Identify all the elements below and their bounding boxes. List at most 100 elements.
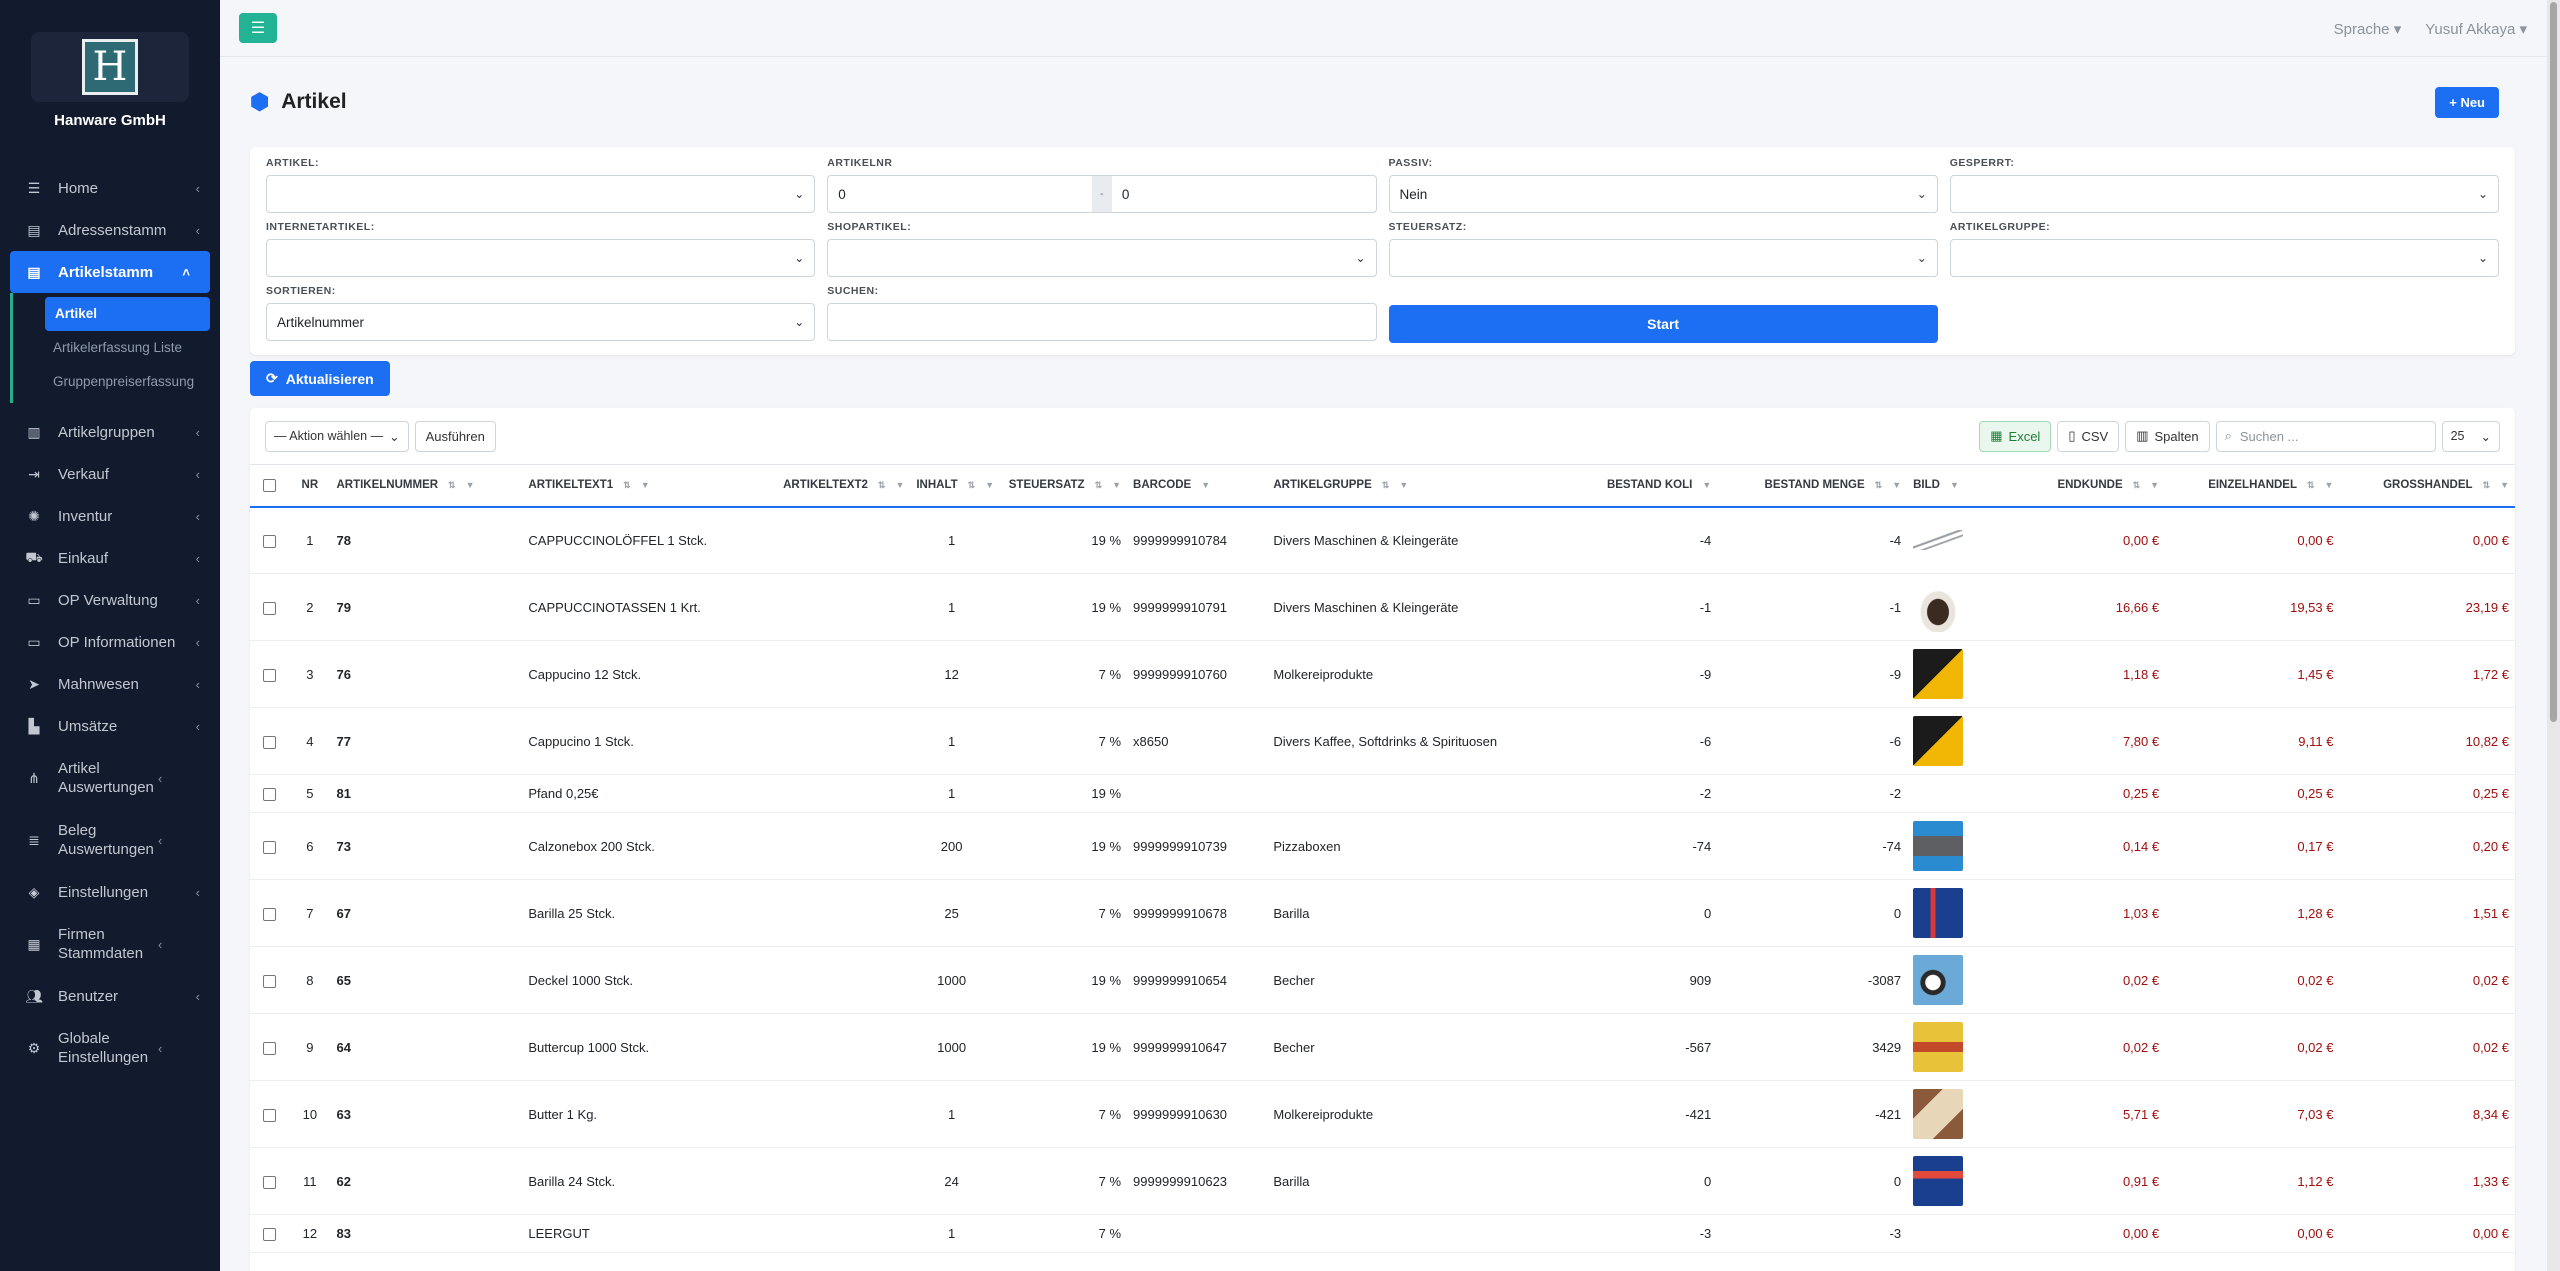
product-image[interactable] <box>1913 582 1964 632</box>
product-image[interactable] <box>1913 1156 1964 1206</box>
bulk-action-select[interactable]: — Aktion wählen — ⌄ <box>265 420 409 452</box>
row-checkbox[interactable] <box>263 668 277 682</box>
filter-icon[interactable]: ▼ <box>641 480 650 490</box>
filter-icon[interactable]: ▼ <box>985 480 994 490</box>
sidebar-item-inventur[interactable]: ✺ Inventur ‹ <box>0 495 220 537</box>
row-checkbox[interactable] <box>263 974 277 988</box>
table-row[interactable]: 2 79 CAPPUCCINOTASSEN 1 Krt. 1 19 % 999999991… <box>250 573 2515 641</box>
col-artikelnummer[interactable]: ARTIKELNUMMER ⇅ ▼ <box>330 464 523 508</box>
col-bild[interactable]: BILD ▼ <box>1907 464 2009 508</box>
sidebar-item-globale-einstellungen[interactable]: ⚙ Globale Einstellungen ‹ <box>0 1017 220 1079</box>
sidebar-item-einstellungen[interactable]: ◈ Einstellungen ‹ <box>0 871 220 913</box>
sidebar-item-artikel-auswertungen[interactable]: ⋔ Artikel Auswertungen ‹ <box>0 747 220 809</box>
subnav-item-artikelerfassung-liste[interactable]: Artikelerfassung Liste <box>13 331 220 365</box>
sidebar-item-einkauf[interactable]: ⛟ Einkauf ‹ <box>0 537 220 579</box>
sidebar-item-op-informationen[interactable]: ▭ OP Informationen ‹ <box>0 621 220 663</box>
product-image[interactable] <box>1913 821 1964 871</box>
row-checkbox[interactable] <box>263 907 277 921</box>
col-artikeltext1[interactable]: ARTIKELTEXT1 ⇅ ▼ <box>522 464 735 508</box>
col-inhalt[interactable]: INHALT ⇅ ▼ <box>910 464 994 508</box>
sidebar-item-umsaetze[interactable]: ▙ Umsätze ‹ <box>0 705 220 747</box>
brand-logo-box[interactable]: H <box>31 32 189 102</box>
sort-select[interactable]: Artikelnummer ⌄ <box>266 303 816 341</box>
artikelnr-from-input[interactable]: 0 <box>828 176 1092 212</box>
product-image[interactable] <box>1913 1022 1964 1072</box>
col-steuersatz[interactable]: STEUERSATZ ⇅ ▼ <box>992 464 1128 508</box>
subnav-item-artikel[interactable]: Artikel <box>45 297 210 331</box>
select-all-checkbox[interactable] <box>263 478 277 492</box>
table-row[interactable]: 8 65 Deckel 1000 Stck. 1000 19 % 999999991065… <box>250 946 2515 1014</box>
row-checkbox[interactable] <box>263 1228 277 1242</box>
product-image[interactable] <box>1913 955 1964 1005</box>
filter-icon[interactable]: ▼ <box>895 480 904 490</box>
filter-icon[interactable]: ▼ <box>1399 480 1408 490</box>
language-dropdown[interactable]: Sprache ▾ <box>2334 20 2402 38</box>
sidebar-item-op-verwaltung[interactable]: ▭ OP Verwaltung ‹ <box>0 579 220 621</box>
excel-export-button[interactable]: ▦ Excel <box>1979 420 2052 452</box>
sidebar-item-verkauf[interactable]: ⇥ Verkauf ‹ <box>0 453 220 495</box>
user-dropdown[interactable]: Yusuf Akkaya ▾ <box>2425 20 2527 38</box>
table-row[interactable]: 5 81 Pfand 0,25€ 1 19 % -2 -2 0,25 € 0,25 € 0,25 … <box>250 774 2515 813</box>
table-row[interactable]: 10 63 Butter 1 Kg. 1 7 % 9999999910630 Molkere… <box>250 1080 2515 1148</box>
col-artikelgruppe[interactable]: ARTIKELGRUPPE ⇅ ▼ <box>1267 464 1563 508</box>
product-image[interactable] <box>1913 888 1964 938</box>
table-search-input[interactable]: ⌕ Suchen ... <box>2215 420 2436 452</box>
table-row[interactable]: 1 78 CAPPUCCINOLÖFFEL 1 Stck. 1 19 % 99999999… <box>250 506 2515 574</box>
product-image[interactable] <box>1913 530 1964 551</box>
row-checkbox[interactable] <box>263 601 277 615</box>
artikelgruppe-select[interactable]: ⌄ <box>1949 239 2499 277</box>
filter-icon[interactable]: ▼ <box>1112 480 1121 490</box>
scrollbar-thumb[interactable] <box>2550 2 2557 722</box>
table-row[interactable]: 9 64 Buttercup 1000 Stck. 1000 19 % 999999991… <box>250 1013 2515 1081</box>
subnav-item-gruppenpreiserfassung[interactable]: Gruppenpreiserfassung <box>13 365 220 399</box>
page-scrollbar[interactable] <box>2547 0 2560 1271</box>
sidebar-item-firmen-stammdaten[interactable]: ▦ Firmen Stammdaten ‹ <box>0 913 220 975</box>
col-endkunde[interactable]: ENDKUNDE ⇅ ▼ <box>2008 464 2166 508</box>
table-row[interactable]: 11 62 Barilla 24 Stck. 24 7 % 9999999910623 Ba… <box>250 1147 2515 1215</box>
sidebar-item-beleg-auswertungen[interactable]: ≣ Beleg Auswertungen ‹ <box>0 809 220 871</box>
col-grosshandel[interactable]: GROSSHANDEL ⇅ ▼ <box>2339 464 2515 508</box>
page-size-select[interactable]: 25 ⌄ <box>2441 420 2500 452</box>
row-checkbox[interactable] <box>263 534 277 548</box>
filter-icon[interactable]: ▼ <box>1702 480 1711 490</box>
start-button[interactable]: Start <box>1388 305 1938 343</box>
sidebar-item-adressenstamm[interactable]: ▤ Adressenstamm ‹ <box>0 209 220 251</box>
menu-toggle-button[interactable]: ☰ <box>239 13 277 43</box>
sidebar-item-home[interactable]: ☰ Home ‹ <box>0 167 220 209</box>
product-image[interactable] <box>1913 1089 1964 1139</box>
sidebar-item-artikelgruppen[interactable]: ▥ Artikelgruppen ‹ <box>0 411 220 453</box>
row-checkbox[interactable] <box>263 1108 277 1122</box>
product-image[interactable] <box>1913 649 1964 699</box>
execute-button[interactable]: Ausführen <box>414 420 496 452</box>
filter-icon[interactable]: ▼ <box>466 480 475 490</box>
internetartikel-select[interactable]: ⌄ <box>266 239 816 277</box>
artikel-select[interactable]: ⌄ <box>266 175 816 213</box>
filter-icon[interactable]: ▼ <box>2500 480 2509 490</box>
col-nr[interactable]: NR <box>289 464 331 508</box>
product-image[interactable] <box>1913 716 1964 766</box>
row-checkbox[interactable] <box>263 788 277 802</box>
col-barcode[interactable]: BARCODE ▼ <box>1127 464 1268 508</box>
filter-icon[interactable]: ▼ <box>2150 480 2159 490</box>
table-row[interactable]: 4 77 Cappucino 1 Stck. 1 7 % x8650 Divers Kaff… <box>250 707 2515 775</box>
table-row[interactable]: 12 83 LEERGUT 1 7 % -3 -3 0,00 € 0,00 € 0,00 € <box>250 1214 2515 1253</box>
row-checkbox[interactable] <box>263 1175 277 1189</box>
col-einzelhandel[interactable]: EINZELHANDEL ⇅ ▼ <box>2165 464 2340 508</box>
row-checkbox[interactable] <box>263 1041 277 1055</box>
sidebar-item-mahnwesen[interactable]: ➤ Mahnwesen ‹ <box>0 663 220 705</box>
sidebar-item-benutzer[interactable]: 👥︎ Benutzer ‹ <box>0 975 220 1017</box>
row-checkbox[interactable] <box>263 840 277 854</box>
search-field[interactable] <box>827 303 1377 341</box>
filter-icon[interactable]: ▼ <box>2325 480 2334 490</box>
csv-export-button[interactable]: ▯ CSV <box>2057 420 2120 452</box>
sidebar-item-artikelstamm[interactable]: ▤ Artikelstamm ˄ <box>10 251 210 293</box>
new-button[interactable]: + Neu <box>2435 86 2499 118</box>
columns-button[interactable]: ▥ Spalten <box>2125 420 2210 452</box>
col-artikeltext2[interactable]: ARTIKELTEXT2 ⇅ ▼ <box>734 464 911 508</box>
col-bestand-koli[interactable]: BESTAND KOLI ▼ <box>1562 464 1718 508</box>
col-bestand-menge[interactable]: BESTAND MENGE ⇅ ▼ <box>1717 464 1908 508</box>
filter-icon[interactable]: ▼ <box>1892 480 1901 490</box>
refresh-button[interactable]: ⟳ Aktualisieren <box>250 361 390 396</box>
filter-icon[interactable]: ▼ <box>1201 480 1210 490</box>
steuersatz-select[interactable]: ⌄ <box>1388 239 1938 277</box>
